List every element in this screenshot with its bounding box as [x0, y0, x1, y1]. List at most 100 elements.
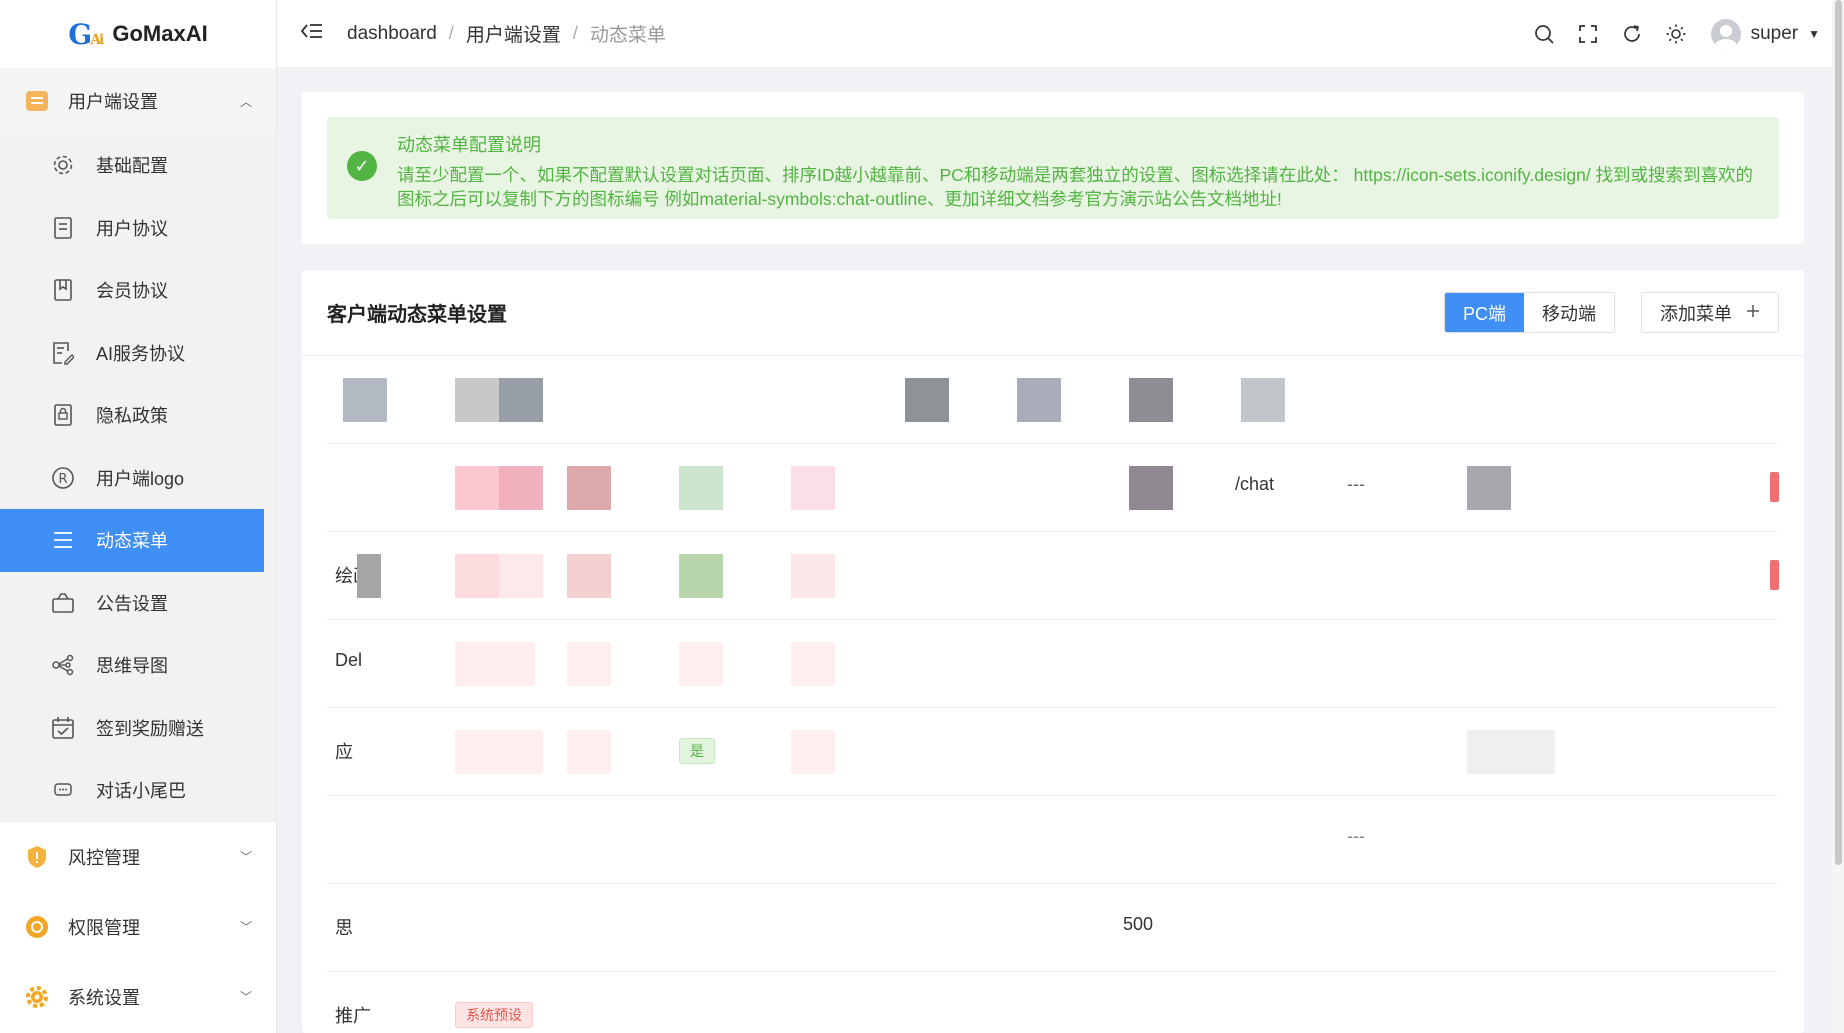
sidebar-item-checkin-reward[interactable]: 签到奖励赠送	[0, 697, 276, 760]
shield-icon	[24, 844, 50, 870]
sidebar-group-system[interactable]: 系统设置 ﹀	[0, 961, 276, 1032]
edit-doc-icon	[50, 340, 76, 366]
table-row[interactable]: 推广 系统预设	[327, 972, 1779, 1033]
sidebar-item-ai-agreement[interactable]: AI服务协议	[0, 322, 276, 385]
notice-card: ✓ 动态菜单配置说明 请至少配置一个、如果不配置默认设置对话页面、排序ID越小越…	[302, 92, 1804, 244]
sidebar-item-label: 用户协议	[96, 218, 168, 239]
sidebar-item-privacy[interactable]: 隐私政策	[0, 384, 276, 447]
cell-dash: ---	[1347, 474, 1365, 494]
header-cell	[499, 378, 543, 422]
card-actions: PC端 移动端 添加菜单	[1443, 292, 1779, 333]
breadcrumb-dashboard[interactable]: dashboard	[347, 23, 437, 45]
lock-doc-icon	[50, 402, 76, 428]
cell-dash: ---	[1347, 826, 1365, 846]
cell	[679, 554, 723, 598]
menu-settings-card: 客户端动态菜单设置 PC端 移动端 添加菜单 /chat --- 绘画 Del …	[302, 270, 1804, 1033]
cell	[567, 554, 611, 598]
theme-sun-icon[interactable]	[1665, 23, 1687, 45]
cell-name: Del	[335, 650, 363, 670]
calendar-icon	[50, 715, 76, 741]
card-title: 客户端动态菜单设置	[327, 304, 507, 326]
sidebar-item-mindmap[interactable]: 思维导图	[0, 634, 276, 697]
breadcrumb-user-settings[interactable]: 用户端设置	[466, 20, 561, 47]
sidebar-item-member-agreement[interactable]: 会员协议	[0, 259, 276, 322]
cell-name: 思	[335, 918, 353, 938]
table-row[interactable]: Del	[327, 620, 1779, 708]
sidebar-group-label: 系统设置	[68, 987, 140, 1008]
cell	[791, 642, 835, 686]
brand-logo[interactable]: GAi GoMaxAI	[0, 0, 276, 68]
vertical-scrollbar[interactable]	[1832, 0, 1844, 1033]
sidebar-group-risk[interactable]: 风控管理 ﹀	[0, 821, 276, 892]
sidebar-submenu: 基础配置 用户协议 会员协议 AI服务协议 隐私政策 R 用户端logo 动态菜…	[0, 134, 276, 822]
add-menu-button[interactable]: 添加菜单	[1641, 292, 1779, 333]
cell	[567, 642, 611, 686]
search-icon[interactable]	[1533, 23, 1555, 45]
cell-number: 500	[1123, 914, 1154, 934]
cell-path: /chat	[1235, 474, 1275, 494]
fullscreen-icon[interactable]	[1577, 23, 1599, 45]
cell	[455, 642, 535, 686]
cell	[1467, 466, 1511, 510]
table-row[interactable]: 思 500	[327, 884, 1779, 972]
tab-pc[interactable]: PC端	[1444, 293, 1524, 332]
platform-toggle: PC端 移动端	[1443, 292, 1615, 333]
registered-icon: R	[50, 465, 76, 491]
cell	[455, 554, 499, 598]
cell-name: 推广	[335, 1006, 371, 1026]
check-circle-icon: ✓	[347, 151, 377, 181]
scrollbar-thumb[interactable]	[1835, 0, 1842, 865]
sidebar-item-basic-config[interactable]: 基础配置	[0, 134, 276, 197]
table-row[interactable]: /chat ---	[327, 444, 1779, 532]
plus-icon	[1746, 302, 1760, 323]
sidebar-item-label: 用户端logo	[96, 468, 185, 489]
sidebar-group-label: 权限管理	[68, 917, 140, 938]
tab-mobile[interactable]: 移动端	[1524, 293, 1614, 332]
cell	[567, 466, 611, 510]
brand-mark-icon: GAi	[68, 17, 104, 51]
row-action-strip[interactable]	[1770, 472, 1779, 502]
sidebar-item-user-logo[interactable]: R 用户端logo	[0, 447, 276, 510]
refresh-icon[interactable]	[1621, 23, 1643, 45]
table-row[interactable]: ---	[327, 796, 1779, 884]
sidebar-item-label: 会员协议	[96, 281, 168, 302]
sidebar-item-chat-tail[interactable]: 对话小尾巴	[0, 759, 276, 822]
avatar	[1710, 18, 1741, 49]
sidebar-item-label: AI服务协议	[96, 343, 186, 364]
sidebar-item-label: 动态菜单	[96, 531, 168, 552]
svg-text:R: R	[58, 472, 67, 487]
table-row[interactable]: 应 是	[327, 708, 1779, 796]
table-row[interactable]: 绘画	[327, 532, 1779, 620]
chat-icon	[50, 777, 76, 803]
sidebar-item-announcement[interactable]: 公告设置	[0, 572, 276, 635]
sidebar-group-label: 用户端设置	[68, 92, 158, 112]
top-header: dashboard / 用户端设置 / 动态菜单 super ▼	[277, 0, 1844, 68]
cell	[567, 730, 611, 774]
cell	[791, 730, 835, 774]
cell	[357, 554, 381, 598]
collapse-sidebar-icon[interactable]	[300, 22, 323, 46]
sidebar-group-user-settings[interactable]: 用户端设置 ︿	[0, 68, 276, 134]
cell-tag: 是	[679, 738, 715, 764]
chevron-down-icon: ﹀	[239, 920, 252, 934]
share-icon	[50, 652, 76, 678]
chevron-down-icon: ﹀	[239, 850, 252, 864]
sidebar-item-label: 基础配置	[96, 156, 168, 177]
sidebar-group-permission[interactable]: 权限管理 ﹀	[0, 891, 276, 962]
table-header-row	[327, 356, 1779, 444]
header-cell	[905, 378, 949, 422]
cell	[1467, 730, 1555, 774]
menu-icon	[50, 527, 76, 553]
header-cell	[1241, 378, 1285, 422]
breadcrumb-current: 动态菜单	[589, 25, 666, 46]
row-action-strip[interactable]	[1770, 560, 1779, 590]
user-menu[interactable]: super ▼	[1710, 18, 1820, 49]
sidebar-item-user-agreement[interactable]: 用户协议	[0, 197, 276, 260]
caret-down-icon: ▼	[1808, 26, 1820, 41]
cell-tag: 系统预设	[455, 1002, 533, 1028]
gear-icon	[50, 152, 76, 178]
permission-icon	[24, 914, 50, 940]
breadcrumb-separator: /	[572, 23, 578, 43]
sidebar-item-dynamic-menu[interactable]: 动态菜单	[0, 509, 264, 572]
sidebar-item-label: 签到奖励赠送	[96, 718, 204, 739]
